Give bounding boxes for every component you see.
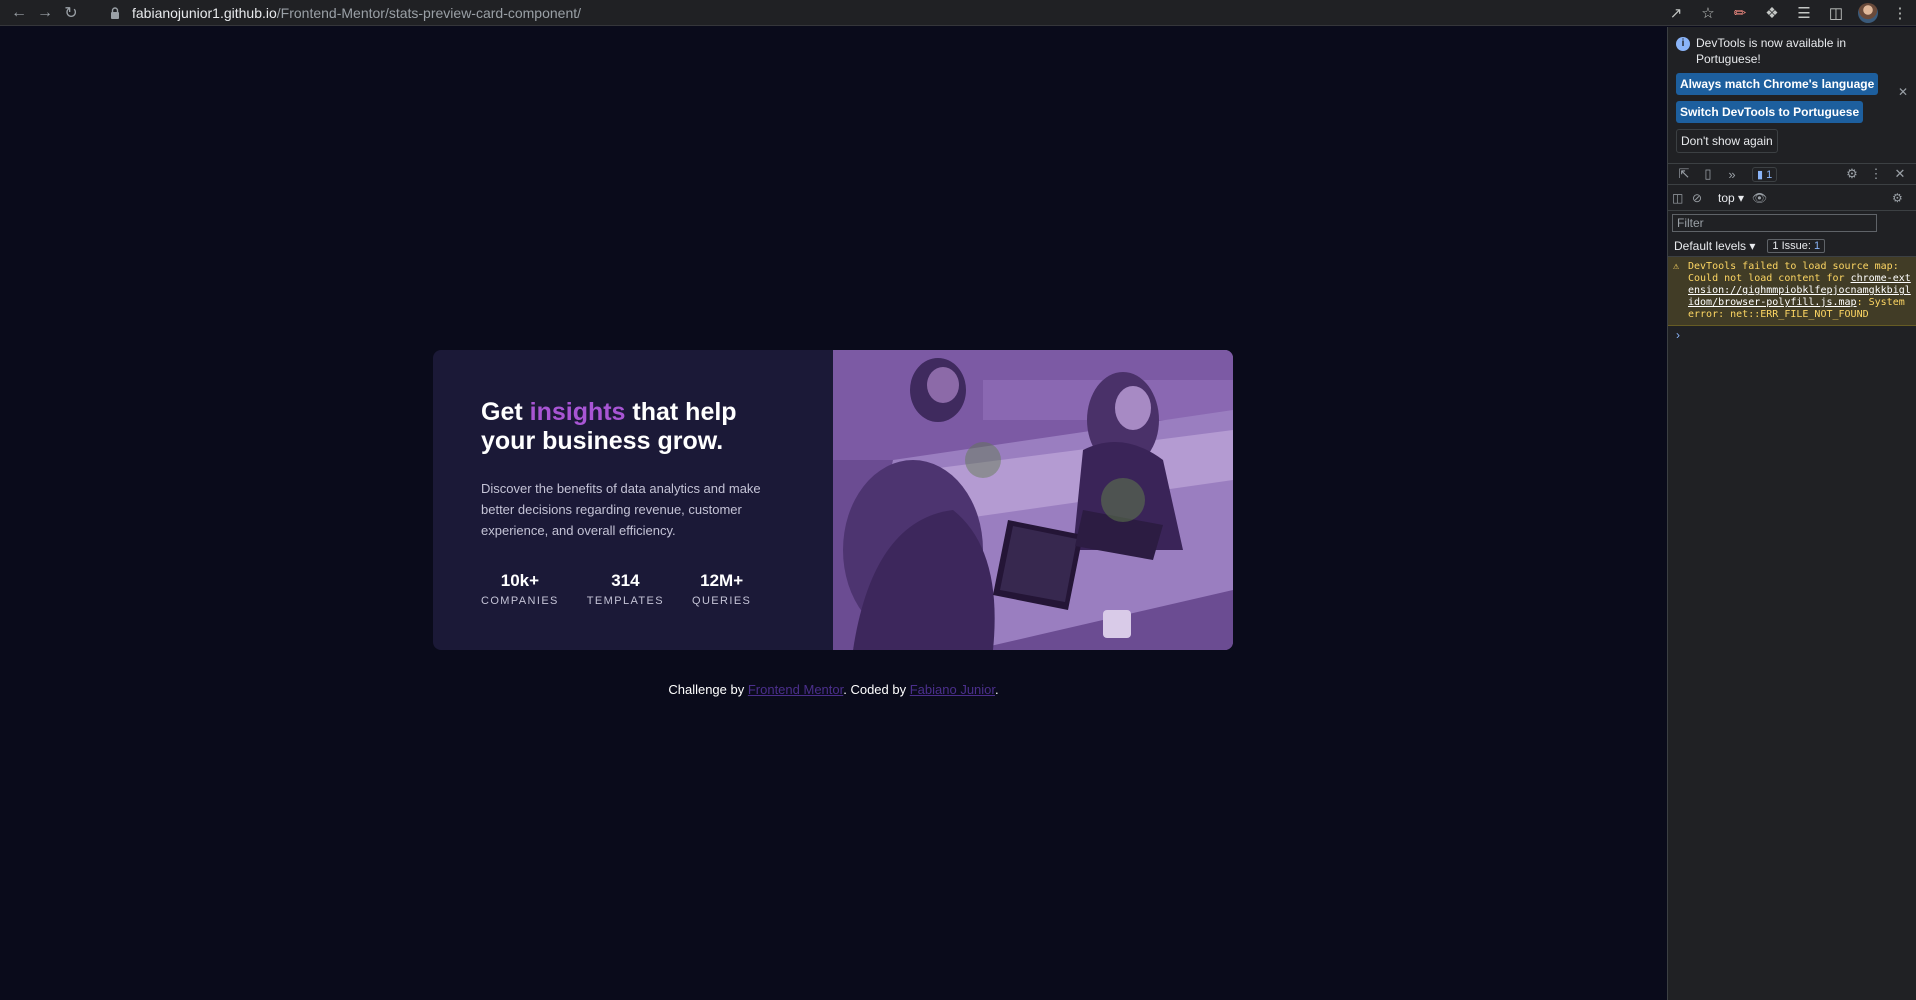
side-panel-icon[interactable]: ◫ <box>1820 0 1852 26</box>
reload-icon[interactable]: ↻ <box>58 0 84 26</box>
issues-badge[interactable]: ▮ 1 <box>1752 166 1778 182</box>
dont-show-again-button[interactable]: Don't show again <box>1676 129 1778 153</box>
settings-gear-icon[interactable]: ⚙ <box>1840 166 1864 182</box>
console-settings-icon[interactable]: ⚙ <box>1892 191 1912 205</box>
context-selector[interactable]: top ▾ <box>1718 191 1744 205</box>
extension-pen-icon[interactable]: ✏ <box>1724 0 1756 26</box>
stat-templates: 314 TEMPLATES <box>587 571 664 607</box>
stats-preview-card: Get insights that help your business gro… <box>433 350 1233 650</box>
stat-queries: 12M+ QUERIES <box>692 571 751 607</box>
issues-badge-count: 1 <box>1766 168 1773 181</box>
infobar-message: DevTools is now available in Portuguese! <box>1696 36 1847 66</box>
headline-accent: insights <box>529 398 626 426</box>
stat-label: TEMPLATES <box>586 595 664 607</box>
console-warning-message: ⚠ DevTools failed to load source map: Co… <box>1668 257 1916 326</box>
more-tabs-icon[interactable]: » <box>1720 167 1744 182</box>
stat-value: 12M+ <box>700 571 744 590</box>
stat-label: COMPANIES <box>481 595 559 607</box>
headline-start: Get <box>481 398 530 426</box>
devtools-panel: i DevTools is now available in Portugues… <box>1667 27 1916 1000</box>
close-icon[interactable]: ✕ <box>1898 85 1908 99</box>
inspect-element-icon[interactable]: ⇱ <box>1672 166 1696 182</box>
close-devtools-icon[interactable]: ✕ <box>1888 166 1912 182</box>
live-expression-eye-icon[interactable]: 👁 <box>1752 191 1776 205</box>
context-value: top <box>1718 190 1735 205</box>
forward-arrow-icon[interactable]: → <box>32 0 58 26</box>
card-description: Discover the benefits of data analytics … <box>481 481 761 538</box>
issue-count-number: 1 <box>1814 239 1821 252</box>
levels-row: Default levels ▾ 1 Issue: 1 <box>1668 235 1916 257</box>
url-path: /Frontend-Mentor/stats-preview-card-comp… <box>276 5 582 21</box>
stat-companies: 10k+ COMPANIES <box>481 571 559 607</box>
device-toolbar-icon[interactable]: ▯ <box>1696 166 1720 182</box>
clear-console-icon[interactable]: ⊘ <box>1692 191 1712 205</box>
console-prompt[interactable]: › <box>1668 326 1916 344</box>
filter-row: Filter <box>1668 211 1916 235</box>
url-host: fabianojunior1.github.io <box>132 5 277 21</box>
avatar <box>1858 3 1878 23</box>
more-menu-icon[interactable]: ⋮ <box>1884 0 1916 26</box>
stat-label: QUERIES <box>691 595 752 607</box>
bookmark-star-icon[interactable]: ☆ <box>1692 0 1724 26</box>
back-arrow-icon[interactable]: ← <box>6 0 32 26</box>
info-icon: i <box>1676 37 1690 51</box>
extensions-puzzle-icon[interactable]: ❖ <box>1756 0 1788 26</box>
profile-avatar[interactable] <box>1852 0 1884 26</box>
issue-count-button[interactable]: 1 Issue: 1 <box>1767 238 1826 253</box>
warning-icon: ⚠ <box>1673 261 1680 272</box>
default-levels-dropdown[interactable]: Default levels ▾ <box>1674 239 1755 253</box>
language-infobar: i DevTools is now available in Portugues… <box>1668 27 1916 153</box>
filter-input[interactable]: Filter <box>1672 214 1877 232</box>
share-icon[interactable]: ↗ <box>1660 0 1692 26</box>
sidebar-toggle-icon[interactable]: ◫ <box>1672 191 1692 205</box>
attribution-footer: Challenge by Frontend Mentor. Coded by F… <box>0 682 1667 697</box>
devtools-menu-icon[interactable]: ⋮ <box>1864 166 1888 182</box>
footer-suffix: . <box>995 682 999 697</box>
reading-list-icon[interactable]: ☰ <box>1788 0 1820 26</box>
devtools-tab-bar: ⇱ ▯ » ▮ 1 ⚙ ⋮ ✕ <box>1668 163 1916 185</box>
issue-count-label: 1 Issue: <box>1772 239 1811 252</box>
address-bar[interactable]: fabianojunior1.github.io/Frontend-Mentor… <box>108 2 581 24</box>
stats-row: 10k+ COMPANIES 314 TEMPLATES 12M+ QUERIE… <box>481 571 785 607</box>
card-headline: Get insights that help your business gro… <box>481 398 785 456</box>
browser-toolbar: ← → ↻ fabianojunior1.github.io/Frontend-… <box>0 0 1916 26</box>
author-link[interactable]: Fabiano Junior <box>910 682 995 697</box>
card-header-image <box>833 350 1233 650</box>
stat-value: 314 <box>611 571 640 590</box>
footer-prefix: Challenge by <box>668 682 748 697</box>
frontend-mentor-link[interactable]: Frontend Mentor <box>748 682 843 697</box>
footer-middle: . Coded by <box>843 682 910 697</box>
lock-icon <box>111 7 119 19</box>
page-viewport: Get insights that help your business gro… <box>0 27 1667 1000</box>
match-language-button[interactable]: Always match Chrome's language <box>1676 73 1879 95</box>
console-toolbar: ◫ ⊘ top ▾ 👁 ⚙ <box>1668 185 1916 211</box>
switch-language-button[interactable]: Switch DevTools to Portuguese <box>1676 101 1864 123</box>
card-text-section: Get insights that help your business gro… <box>433 350 833 650</box>
office-photo-image <box>833 350 1233 650</box>
stat-value: 10k+ <box>500 571 540 590</box>
